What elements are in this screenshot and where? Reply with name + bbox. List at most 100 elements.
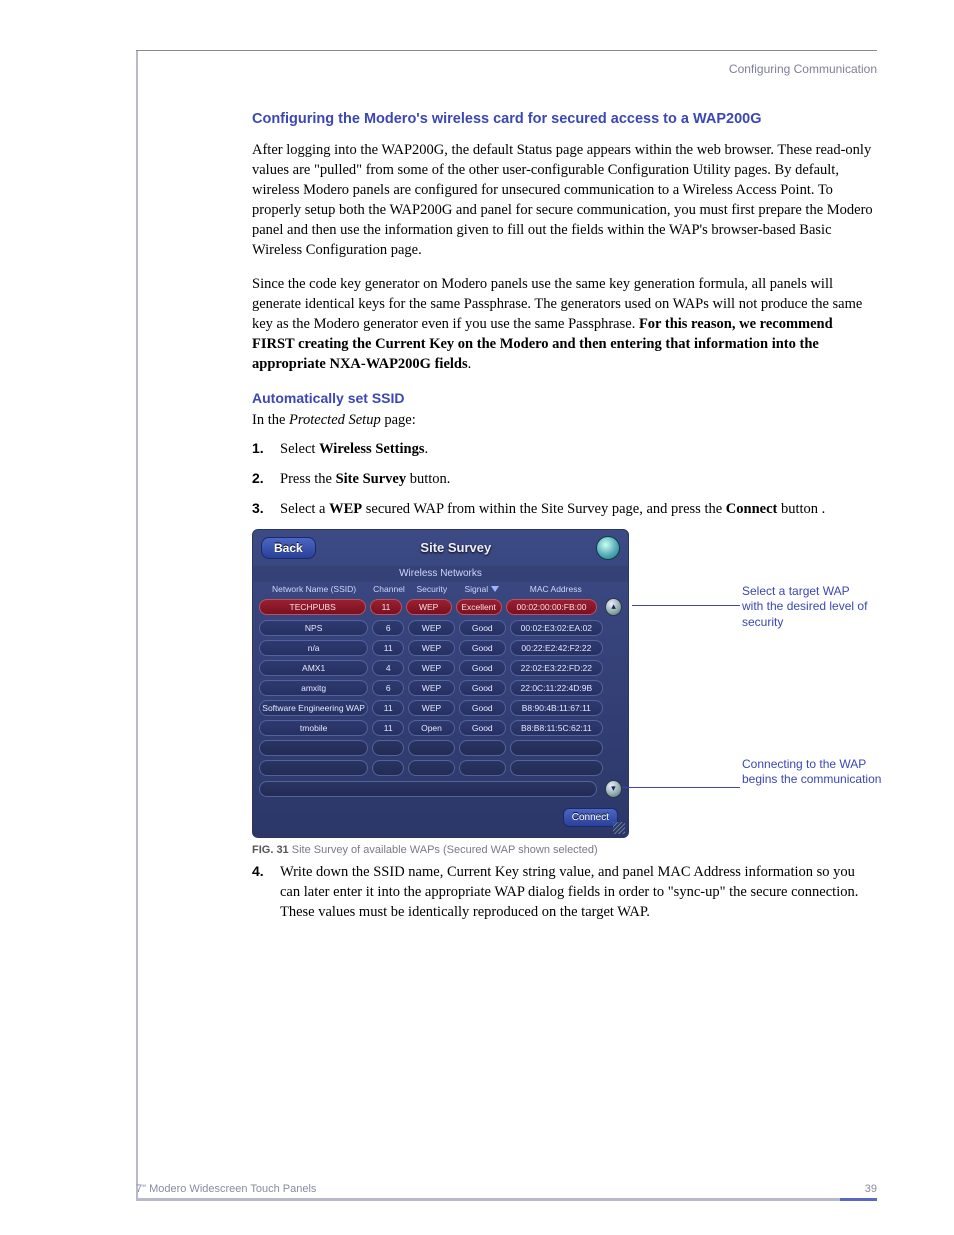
cell: Good: [459, 640, 506, 656]
activity-spinner-icon: [596, 536, 620, 560]
step-4: 4. Write down the SSID name, Current Key…: [252, 862, 877, 922]
cell: B8:90:4B:11:67:11: [510, 700, 603, 716]
cell: n/a: [259, 640, 368, 656]
table-row[interactable]: AMX14WEPGood22:02:E3:22:FD:22: [253, 658, 628, 678]
table-header-row: Network Name (SSID) Channel Security Sig…: [253, 582, 628, 596]
cell: Good: [459, 660, 506, 676]
scroll-down-button[interactable]: ▾: [605, 780, 622, 798]
cell: 00:02:00:00:FB:00: [506, 599, 598, 615]
cell: 22:02:E3:22:FD:22: [510, 660, 603, 676]
step-1-text-c: .: [424, 441, 428, 457]
col-signal-header[interactable]: Signal: [459, 584, 505, 594]
cell: WEP: [406, 599, 452, 615]
chevron-down-icon: ▾: [611, 783, 616, 794]
step-3-text-a: Select a: [280, 501, 329, 517]
figure-caption-bold: FIG. 31: [252, 844, 289, 856]
step-1-number: 1.: [252, 439, 264, 458]
intro-italic: Protected Setup: [289, 412, 381, 428]
main-content: Configuring the Modero's wireless card f…: [252, 110, 877, 932]
empty-rows: ▾: [253, 738, 628, 800]
paragraph-2: Since the code key generator on Modero p…: [252, 274, 877, 374]
cell: 00:22:E2:42:F2:22: [510, 640, 603, 656]
panel-title: Site Survey: [316, 540, 596, 555]
panel-subtitle: Wireless Networks: [253, 566, 628, 582]
heading-1: Configuring the Modero's wireless card f…: [252, 110, 877, 130]
paragraph-1: After logging into the WAP200G, the defa…: [252, 140, 877, 260]
cell: WEP: [408, 620, 455, 636]
cell: tmobile: [259, 720, 368, 736]
footer-rule: [136, 1198, 877, 1201]
figure-area: Back Site Survey Wireless Networks Netwo…: [252, 529, 877, 838]
running-header: Configuring Communication: [729, 62, 877, 76]
table-row[interactable]: NPS6WEPGood00:02:E3:02:EA:02: [253, 618, 628, 638]
connect-button[interactable]: Connect: [563, 808, 618, 827]
intro-pre: In the: [252, 412, 289, 428]
cell: Good: [459, 680, 506, 696]
step-3: 3. Select a WEP secured WAP from within …: [252, 499, 877, 519]
col-mac-header: MAC Address: [509, 584, 603, 594]
chevron-up-icon: ▴: [611, 601, 616, 612]
callout-line-2: [622, 787, 740, 788]
sort-desc-icon: [491, 586, 499, 592]
steps-list: 1. Select Wireless Settings. 2. Press th…: [252, 439, 877, 519]
cell: WEP: [408, 640, 455, 656]
cell: NPS: [259, 620, 368, 636]
step-2-bold: Site Survey: [336, 471, 406, 487]
table-row[interactable]: amxitg6WEPGood22:0C:11:22:4D:9B: [253, 678, 628, 698]
callout-line-1: [632, 605, 740, 606]
cell: 11: [372, 640, 404, 656]
step-2-text-a: Press the: [280, 471, 336, 487]
col-channel-header: Channel: [373, 584, 405, 594]
cell: 22:0C:11:22:4D:9B: [510, 680, 603, 696]
cell: WEP: [408, 660, 455, 676]
cell: 11: [372, 720, 404, 736]
p2-tail: .: [468, 356, 472, 372]
cell: Software Engineering WAP: [259, 700, 368, 716]
step-3-text-c: secured WAP from within the Site Survey …: [362, 501, 726, 517]
step-2: 2. Press the Site Survey button.: [252, 469, 877, 489]
page-footer: 7" Modero Widescreen Touch Panels 39: [136, 1183, 877, 1195]
resize-grip-icon[interactable]: [613, 822, 625, 834]
step-2-text-c: button.: [406, 471, 450, 487]
cell: 4: [372, 660, 404, 676]
table-row[interactable]: n/a11WEPGood00:22:E2:42:F2:22: [253, 638, 628, 658]
panel-titlebar: Back Site Survey: [253, 530, 628, 566]
table-body: TECHPUBS11WEPExcellent00:02:00:00:FB:00▴…: [253, 596, 628, 738]
step-1-text-a: Select: [280, 441, 319, 457]
cell: Good: [459, 700, 506, 716]
cell: 6: [372, 680, 404, 696]
cell: WEP: [408, 700, 455, 716]
intro-post: page:: [381, 412, 416, 428]
cell: 00:02:E3:02:EA:02: [510, 620, 603, 636]
callout-connect: Connecting to the WAP begins the communi…: [742, 757, 882, 788]
table-row[interactable]: TECHPUBS11WEPExcellent00:02:00:00:FB:00▴: [253, 596, 628, 618]
steps-list-continued: 4. Write down the SSID name, Current Key…: [252, 862, 877, 922]
step-4-number: 4.: [252, 862, 264, 881]
scroll-up-button[interactable]: ▴: [605, 598, 622, 616]
col-signal-label: Signal: [464, 584, 488, 594]
figure-caption-text: Site Survey of available WAPs (Secured W…: [289, 844, 598, 856]
cell: WEP: [408, 680, 455, 696]
cell: Excellent: [456, 599, 502, 615]
col-security-header: Security: [409, 584, 455, 594]
step-3-text-e: button .: [777, 501, 825, 517]
cell: Open: [408, 720, 455, 736]
table-row[interactable]: Software Engineering WAP11WEPGoodB8:90:4…: [253, 698, 628, 718]
step-4-text: Write down the SSID name, Current Key st…: [280, 864, 858, 920]
intro-line: In the Protected Setup page:: [252, 412, 877, 429]
step-2-number: 2.: [252, 469, 264, 488]
cell: B8:B8:11:5C:62:11: [510, 720, 603, 736]
left-margin-bar: [136, 50, 138, 1201]
figure-caption: FIG. 31 Site Survey of available WAPs (S…: [252, 844, 877, 856]
table-row[interactable]: tmobile11OpenGoodB8:B8:11:5C:62:11: [253, 718, 628, 738]
heading-2: Automatically set SSID: [252, 390, 877, 406]
step-3-number: 3.: [252, 499, 264, 518]
cell: amxitg: [259, 680, 368, 696]
panel-bottom: Connect: [253, 800, 628, 837]
step-1: 1. Select Wireless Settings.: [252, 439, 877, 459]
site-survey-panel: Back Site Survey Wireless Networks Netwo…: [252, 529, 629, 838]
cell: Good: [459, 720, 506, 736]
col-ssid-header: Network Name (SSID): [259, 584, 369, 594]
header-rule: [136, 50, 877, 51]
back-button[interactable]: Back: [261, 537, 316, 559]
